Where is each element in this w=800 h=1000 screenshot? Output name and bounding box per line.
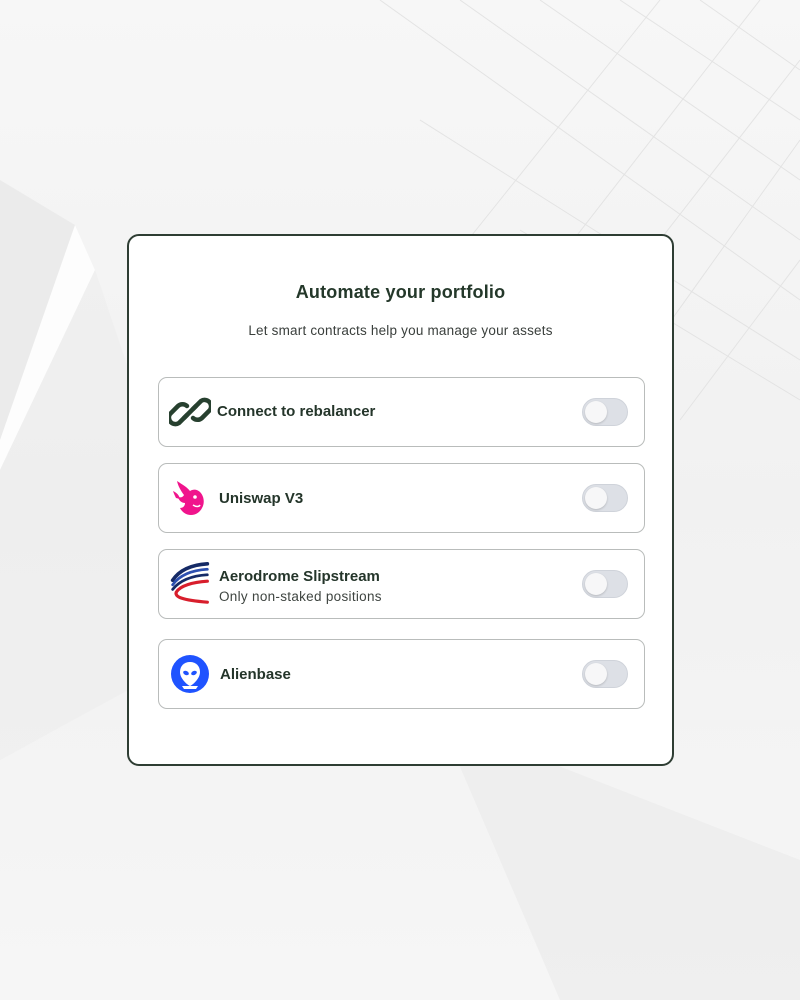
integration-row-aerodrome[interactable]: Aerodrome Slipstream Only non-staked pos… xyxy=(158,549,645,619)
chain-link-icon xyxy=(169,397,211,427)
alienbase-toggle[interactable] xyxy=(582,660,628,688)
integration-label: Connect to rebalancer xyxy=(217,403,376,420)
automation-card: Automate your portfolio Let smart contra… xyxy=(127,234,674,766)
rebalancer-toggle[interactable] xyxy=(582,398,628,426)
alienbase-logo-icon xyxy=(171,655,209,693)
toggle-knob xyxy=(585,663,607,685)
toggle-knob xyxy=(585,573,607,595)
card-subtitle: Let smart contracts help you manage your… xyxy=(248,323,553,338)
integration-row-rebalancer[interactable]: Connect to rebalancer xyxy=(158,377,645,447)
toggle-knob xyxy=(585,487,607,509)
aerodrome-toggle[interactable] xyxy=(582,570,628,598)
uniswap-toggle[interactable] xyxy=(582,484,628,512)
uniswap-unicorn-icon xyxy=(173,481,204,515)
integration-label: Alienbase xyxy=(220,666,291,683)
integration-sublabel: Only non-staked positions xyxy=(219,589,382,604)
integration-row-uniswap[interactable]: Uniswap V3 xyxy=(158,463,645,533)
card-title: Automate your portfolio xyxy=(295,282,506,302)
toggle-knob xyxy=(585,401,607,423)
integration-label: Aerodrome Slipstream xyxy=(219,568,380,585)
integration-row-alienbase[interactable]: Alienbase xyxy=(158,639,645,709)
aerodrome-logo-icon xyxy=(170,562,210,604)
integration-label: Uniswap V3 xyxy=(219,490,304,507)
